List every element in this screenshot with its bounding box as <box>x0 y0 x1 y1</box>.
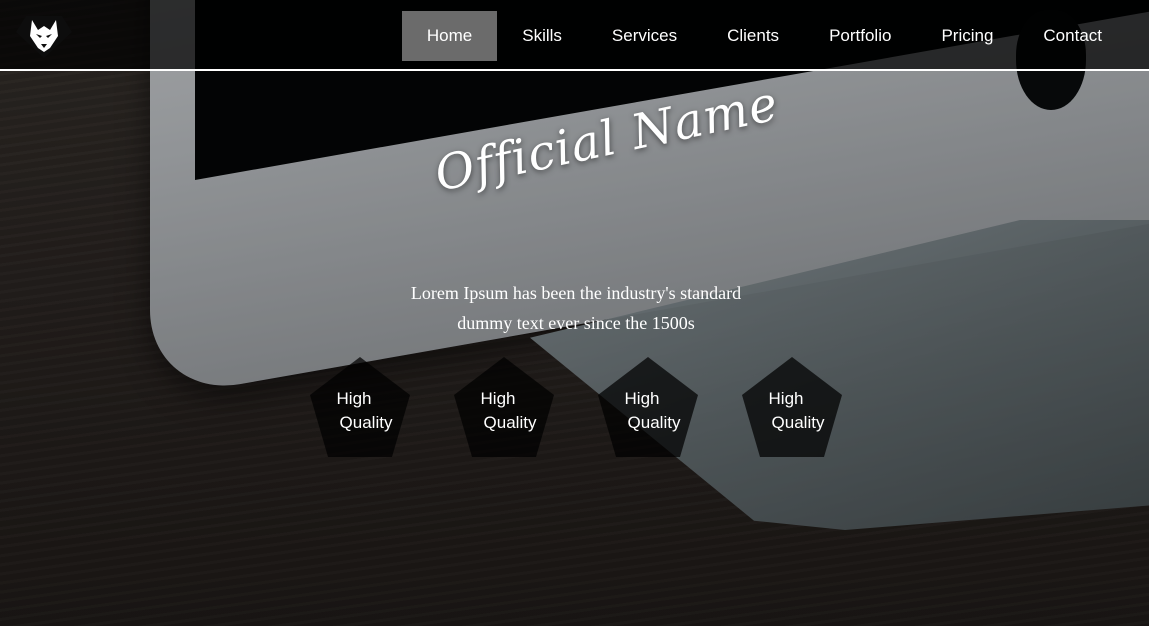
hero-subtitle-line1: Lorem Ipsum has been the industry's stan… <box>410 283 742 303</box>
hero-subtitle-line2: dummy text ever since the 1500s <box>457 313 695 333</box>
top-navbar: Home Skills Services Clients Portfolio P… <box>0 0 1149 71</box>
nav-home[interactable]: Home <box>401 11 498 61</box>
nav-pricing[interactable]: Pricing <box>916 11 1018 61</box>
nav-services[interactable]: Services <box>587 11 702 61</box>
feature-badge-line1: High <box>624 389 660 408</box>
nav-portfolio[interactable]: Portfolio <box>804 11 916 61</box>
nav-clients[interactable]: Clients <box>702 11 804 61</box>
hero-subtitle: Lorem Ipsum has been the industry's stan… <box>376 278 776 338</box>
nav-contact[interactable]: Contact <box>1018 11 1127 61</box>
feature-badge-line1: High <box>480 389 516 408</box>
wolf-head-logo-icon[interactable] <box>14 10 74 60</box>
main-nav: Home Skills Services Clients Portfolio P… <box>401 11 1127 61</box>
feature-badge-line1: High <box>336 389 372 408</box>
nav-skills[interactable]: Skills <box>497 11 587 61</box>
feature-badge-line1: High <box>768 389 804 408</box>
